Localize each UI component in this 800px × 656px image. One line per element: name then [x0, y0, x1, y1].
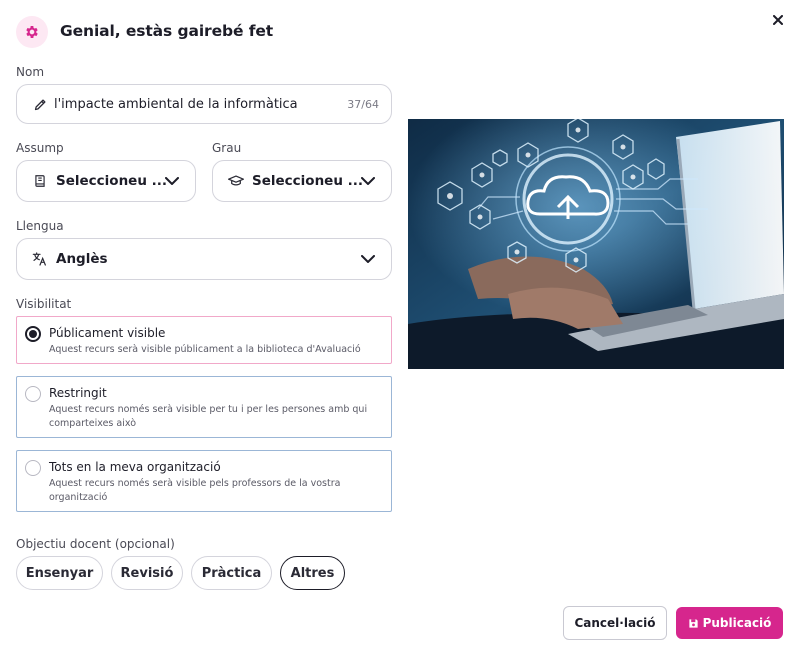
pencil-icon [32, 96, 48, 112]
dialog-title: Genial, estàs gairebé fet [60, 22, 274, 40]
option-description: Aquest recurs només serà visible pels pr… [49, 478, 341, 503]
grade-select[interactable]: Seleccioneu ... [212, 160, 392, 202]
visibility-option-organization[interactable]: Tots en la meva organització Aquest recu… [16, 450, 392, 512]
radio-button[interactable] [25, 460, 41, 476]
save-icon [688, 618, 698, 628]
option-title: Restringit [49, 386, 107, 400]
close-icon [773, 15, 783, 25]
objective-label: Objectiu docent (opcional) [16, 537, 175, 551]
subject-select[interactable]: Seleccioneu ... [16, 160, 196, 202]
option-description: Aquest recurs només serà visible per tu … [49, 404, 368, 429]
subject-value: Seleccioneu ... [56, 173, 168, 189]
publish-label: Publicació [702, 616, 772, 630]
grade-value: Seleccioneu ... [252, 173, 364, 189]
radio-button[interactable] [25, 326, 41, 342]
chip-revisio[interactable]: Revisió [111, 556, 183, 590]
visibility-option-restricted[interactable]: Restringit Aquest recurs només serà visi… [16, 376, 392, 438]
char-counter: 37/64 [347, 97, 379, 111]
subject-label: Assump [16, 141, 64, 155]
chip-ensenyar[interactable]: Ensenyar [16, 556, 103, 590]
chevron-down-icon [165, 174, 179, 188]
chip-altres[interactable]: Altres [280, 556, 345, 590]
language-label: Llengua [16, 219, 64, 233]
radio-button[interactable] [25, 386, 41, 402]
translate-icon [32, 251, 48, 267]
chip-practica[interactable]: Pràctica [191, 556, 272, 590]
chevron-down-icon [361, 252, 375, 266]
book-icon [32, 173, 48, 189]
publish-button[interactable]: Publicació [676, 607, 783, 639]
grade-label: Grau [212, 141, 242, 155]
name-value: l'impacte ambiental de la informàtica [54, 96, 298, 112]
chevron-down-icon [361, 174, 375, 188]
language-select[interactable]: Anglès [16, 238, 392, 280]
option-title: Tots en la meva organització [49, 460, 221, 474]
option-description: Aquest recurs serà visible públicament a… [49, 344, 361, 355]
cancel-button[interactable]: Cancel·lació [563, 606, 667, 640]
visibility-label: Visibilitat [16, 297, 72, 311]
option-title: Públicament visible [49, 326, 166, 340]
visibility-option-public[interactable]: Públicament visible Aquest recurs serà v… [16, 316, 392, 364]
close-button[interactable] [770, 12, 786, 28]
language-value: Anglès [56, 251, 108, 267]
gear-icon [16, 16, 48, 48]
publish-dialog: Genial, estàs gairebé fet Nom l'impacte … [0, 0, 800, 656]
name-label: Nom [16, 65, 45, 79]
graduation-cap-icon [228, 173, 244, 189]
name-field[interactable]: l'impacte ambiental de la informàtica 37… [16, 84, 392, 124]
cover-image [408, 119, 784, 369]
